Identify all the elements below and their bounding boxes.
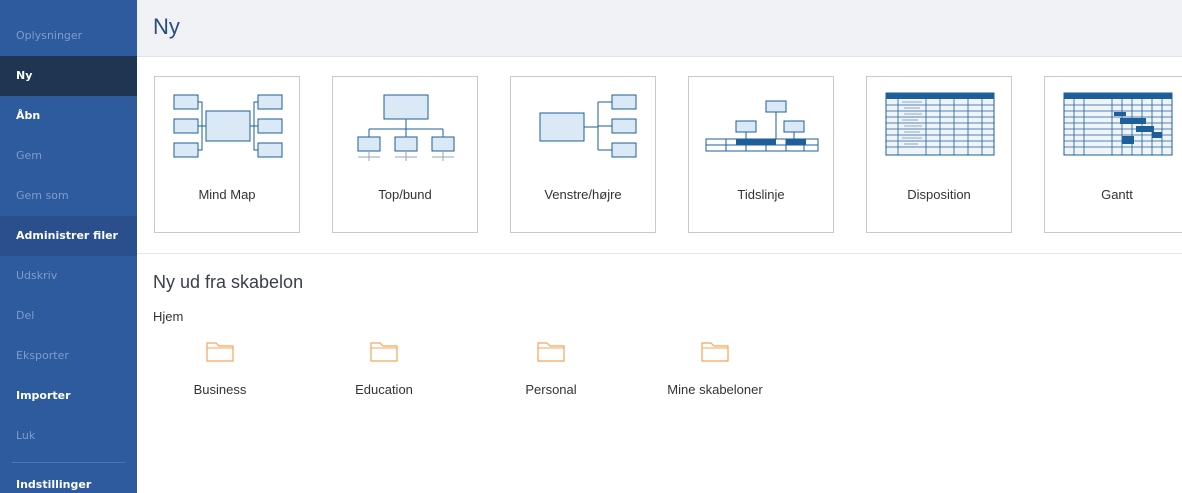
folder-education[interactable]: Education	[324, 340, 444, 410]
sidebar: Oplysninger Ny Åbn Gem Gem som Administr…	[0, 0, 137, 493]
template-card-gantt[interactable]: Gantt	[1044, 76, 1182, 233]
folder-label: Mine skabeloner	[667, 382, 763, 397]
timeline-icon	[705, 100, 819, 152]
folder-icon	[537, 342, 565, 362]
outline-icon	[885, 92, 995, 156]
folder-personal[interactable]: Personal	[491, 340, 611, 410]
section-title: Ny ud fra skabelon	[153, 272, 304, 292]
left-right-icon	[539, 94, 637, 158]
template-card-top-bund[interactable]: Top/bund	[332, 76, 478, 233]
template-card-tidslinje[interactable]: Tidslinje	[688, 76, 834, 233]
nav-item-eksporter[interactable]: Eksporter	[0, 336, 137, 376]
folder-icon	[206, 342, 234, 362]
section-divider	[137, 253, 1182, 254]
top-bottom-icon	[357, 94, 455, 161]
template-card-disposition[interactable]: Disposition	[866, 76, 1012, 233]
folder-business[interactable]: Business	[160, 340, 280, 410]
nav-item-gem-som[interactable]: Gem som	[0, 176, 137, 216]
folder-icon	[370, 342, 398, 362]
nav-divider	[12, 462, 125, 463]
gantt-icon	[1063, 92, 1173, 156]
nav-item-ny[interactable]: Ny	[0, 56, 137, 96]
nav-item-oplysninger[interactable]: Oplysninger	[0, 16, 137, 56]
template-card-mind-map[interactable]: Mind Map	[154, 76, 300, 233]
nav-item-importer[interactable]: Importer	[0, 376, 137, 416]
nav-item-aabn[interactable]: Åbn	[0, 96, 137, 136]
folder-label: Business	[193, 382, 247, 397]
folder-icon	[701, 342, 729, 362]
nav-item-administrer-filer[interactable]: Administrer filer	[0, 216, 137, 256]
nav-item-indstillinger[interactable]: Indstillinger	[0, 465, 137, 493]
nav-item-del[interactable]: Del	[0, 296, 137, 336]
folder-label: Personal	[525, 382, 577, 397]
template-label: Gantt	[1101, 187, 1133, 202]
folder-label: Education	[355, 382, 413, 397]
folder-mine-skabeloner[interactable]: Mine skabeloner	[655, 340, 775, 410]
mind-map-icon	[173, 94, 283, 158]
breadcrumb[interactable]: Hjem	[153, 309, 183, 324]
template-card-venstre-hoejre[interactable]: Venstre/højre	[510, 76, 656, 233]
page-title: Ny	[153, 14, 180, 39]
nav-item-gem[interactable]: Gem	[0, 136, 137, 176]
template-label: Top/bund	[378, 187, 432, 202]
template-label: Tidslinje	[737, 187, 785, 202]
template-label: Venstre/højre	[544, 187, 622, 202]
nav-item-udskriv[interactable]: Udskriv	[0, 256, 137, 296]
nav-item-luk[interactable]: Luk	[0, 416, 137, 456]
template-label: Mind Map	[198, 187, 256, 202]
page-header: Ny	[137, 0, 1182, 57]
template-label: Disposition	[907, 187, 971, 202]
